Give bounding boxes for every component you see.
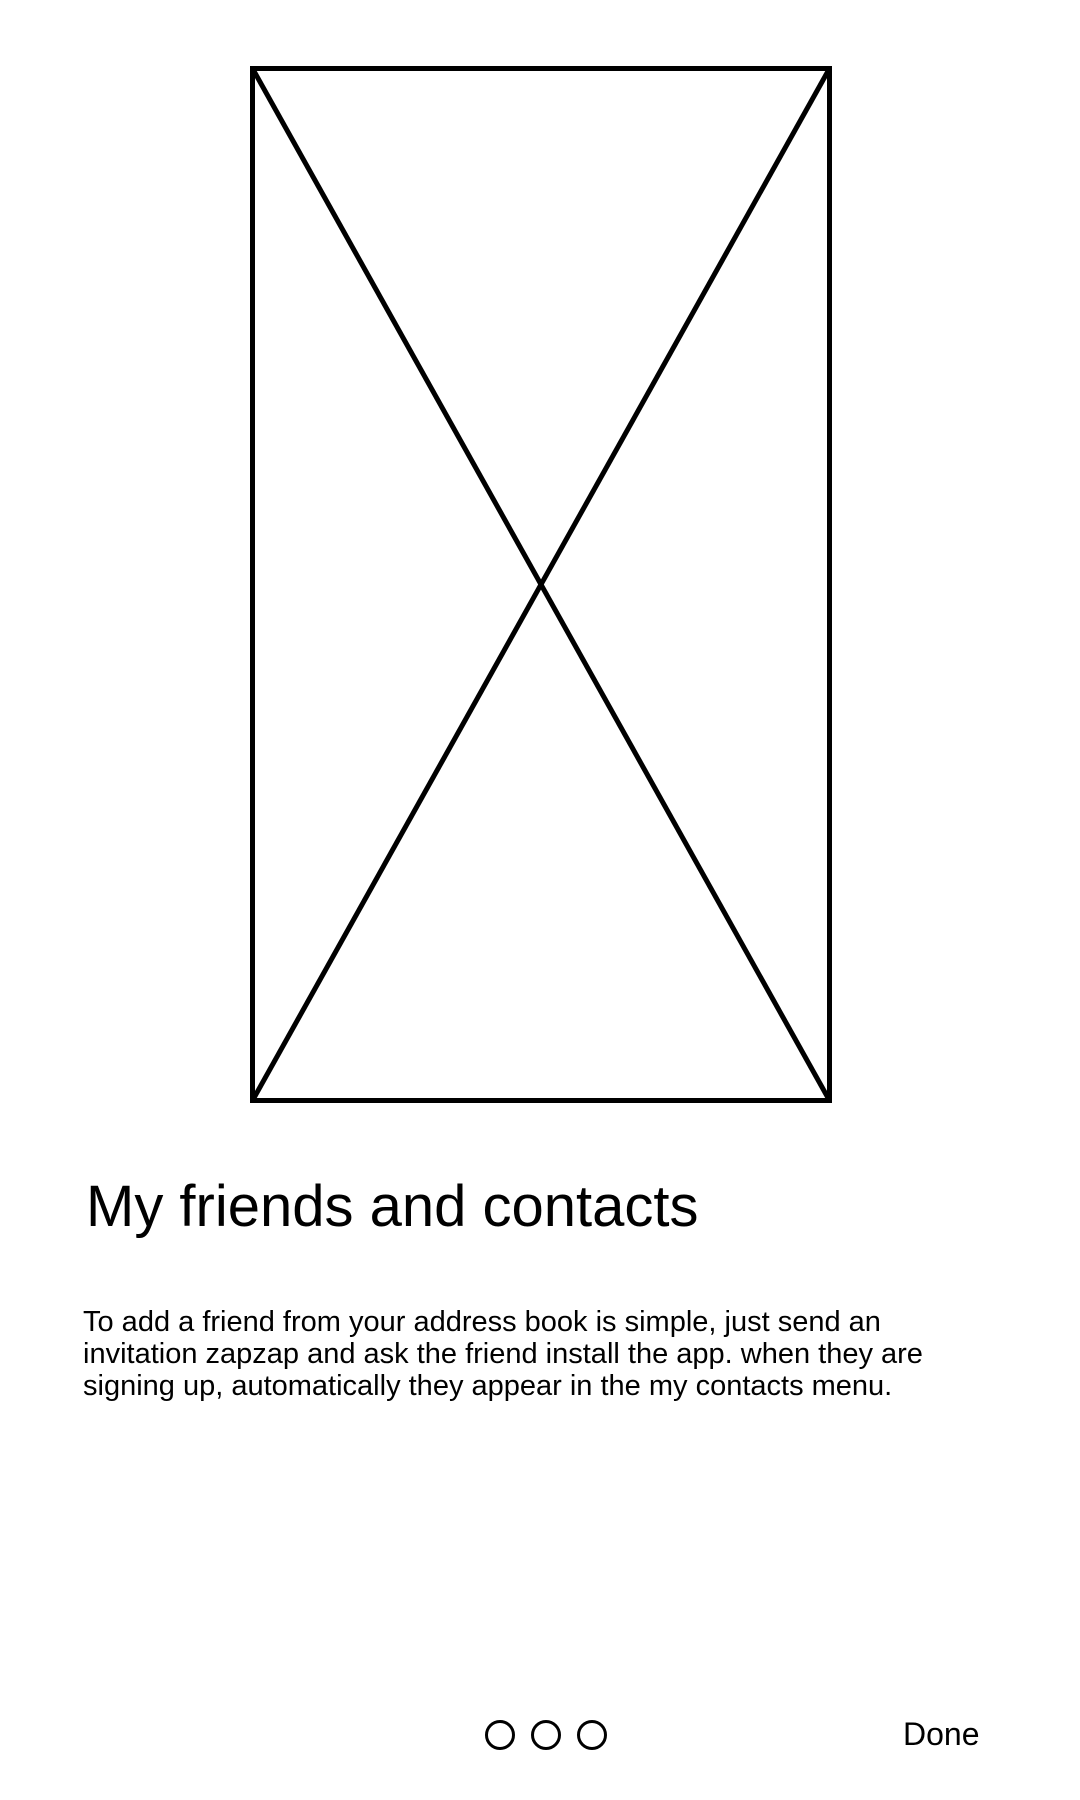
page-dot-3[interactable] — [577, 1720, 607, 1750]
page-title: My friends and contacts — [86, 1174, 699, 1239]
description-text: To add a friend from your address book i… — [83, 1306, 923, 1402]
page-dot-2[interactable] — [531, 1720, 561, 1750]
page-indicator — [485, 1720, 607, 1750]
page-dot-1[interactable] — [485, 1720, 515, 1750]
image-placeholder-icon — [250, 66, 832, 1103]
done-button[interactable]: Done — [903, 1714, 980, 1754]
